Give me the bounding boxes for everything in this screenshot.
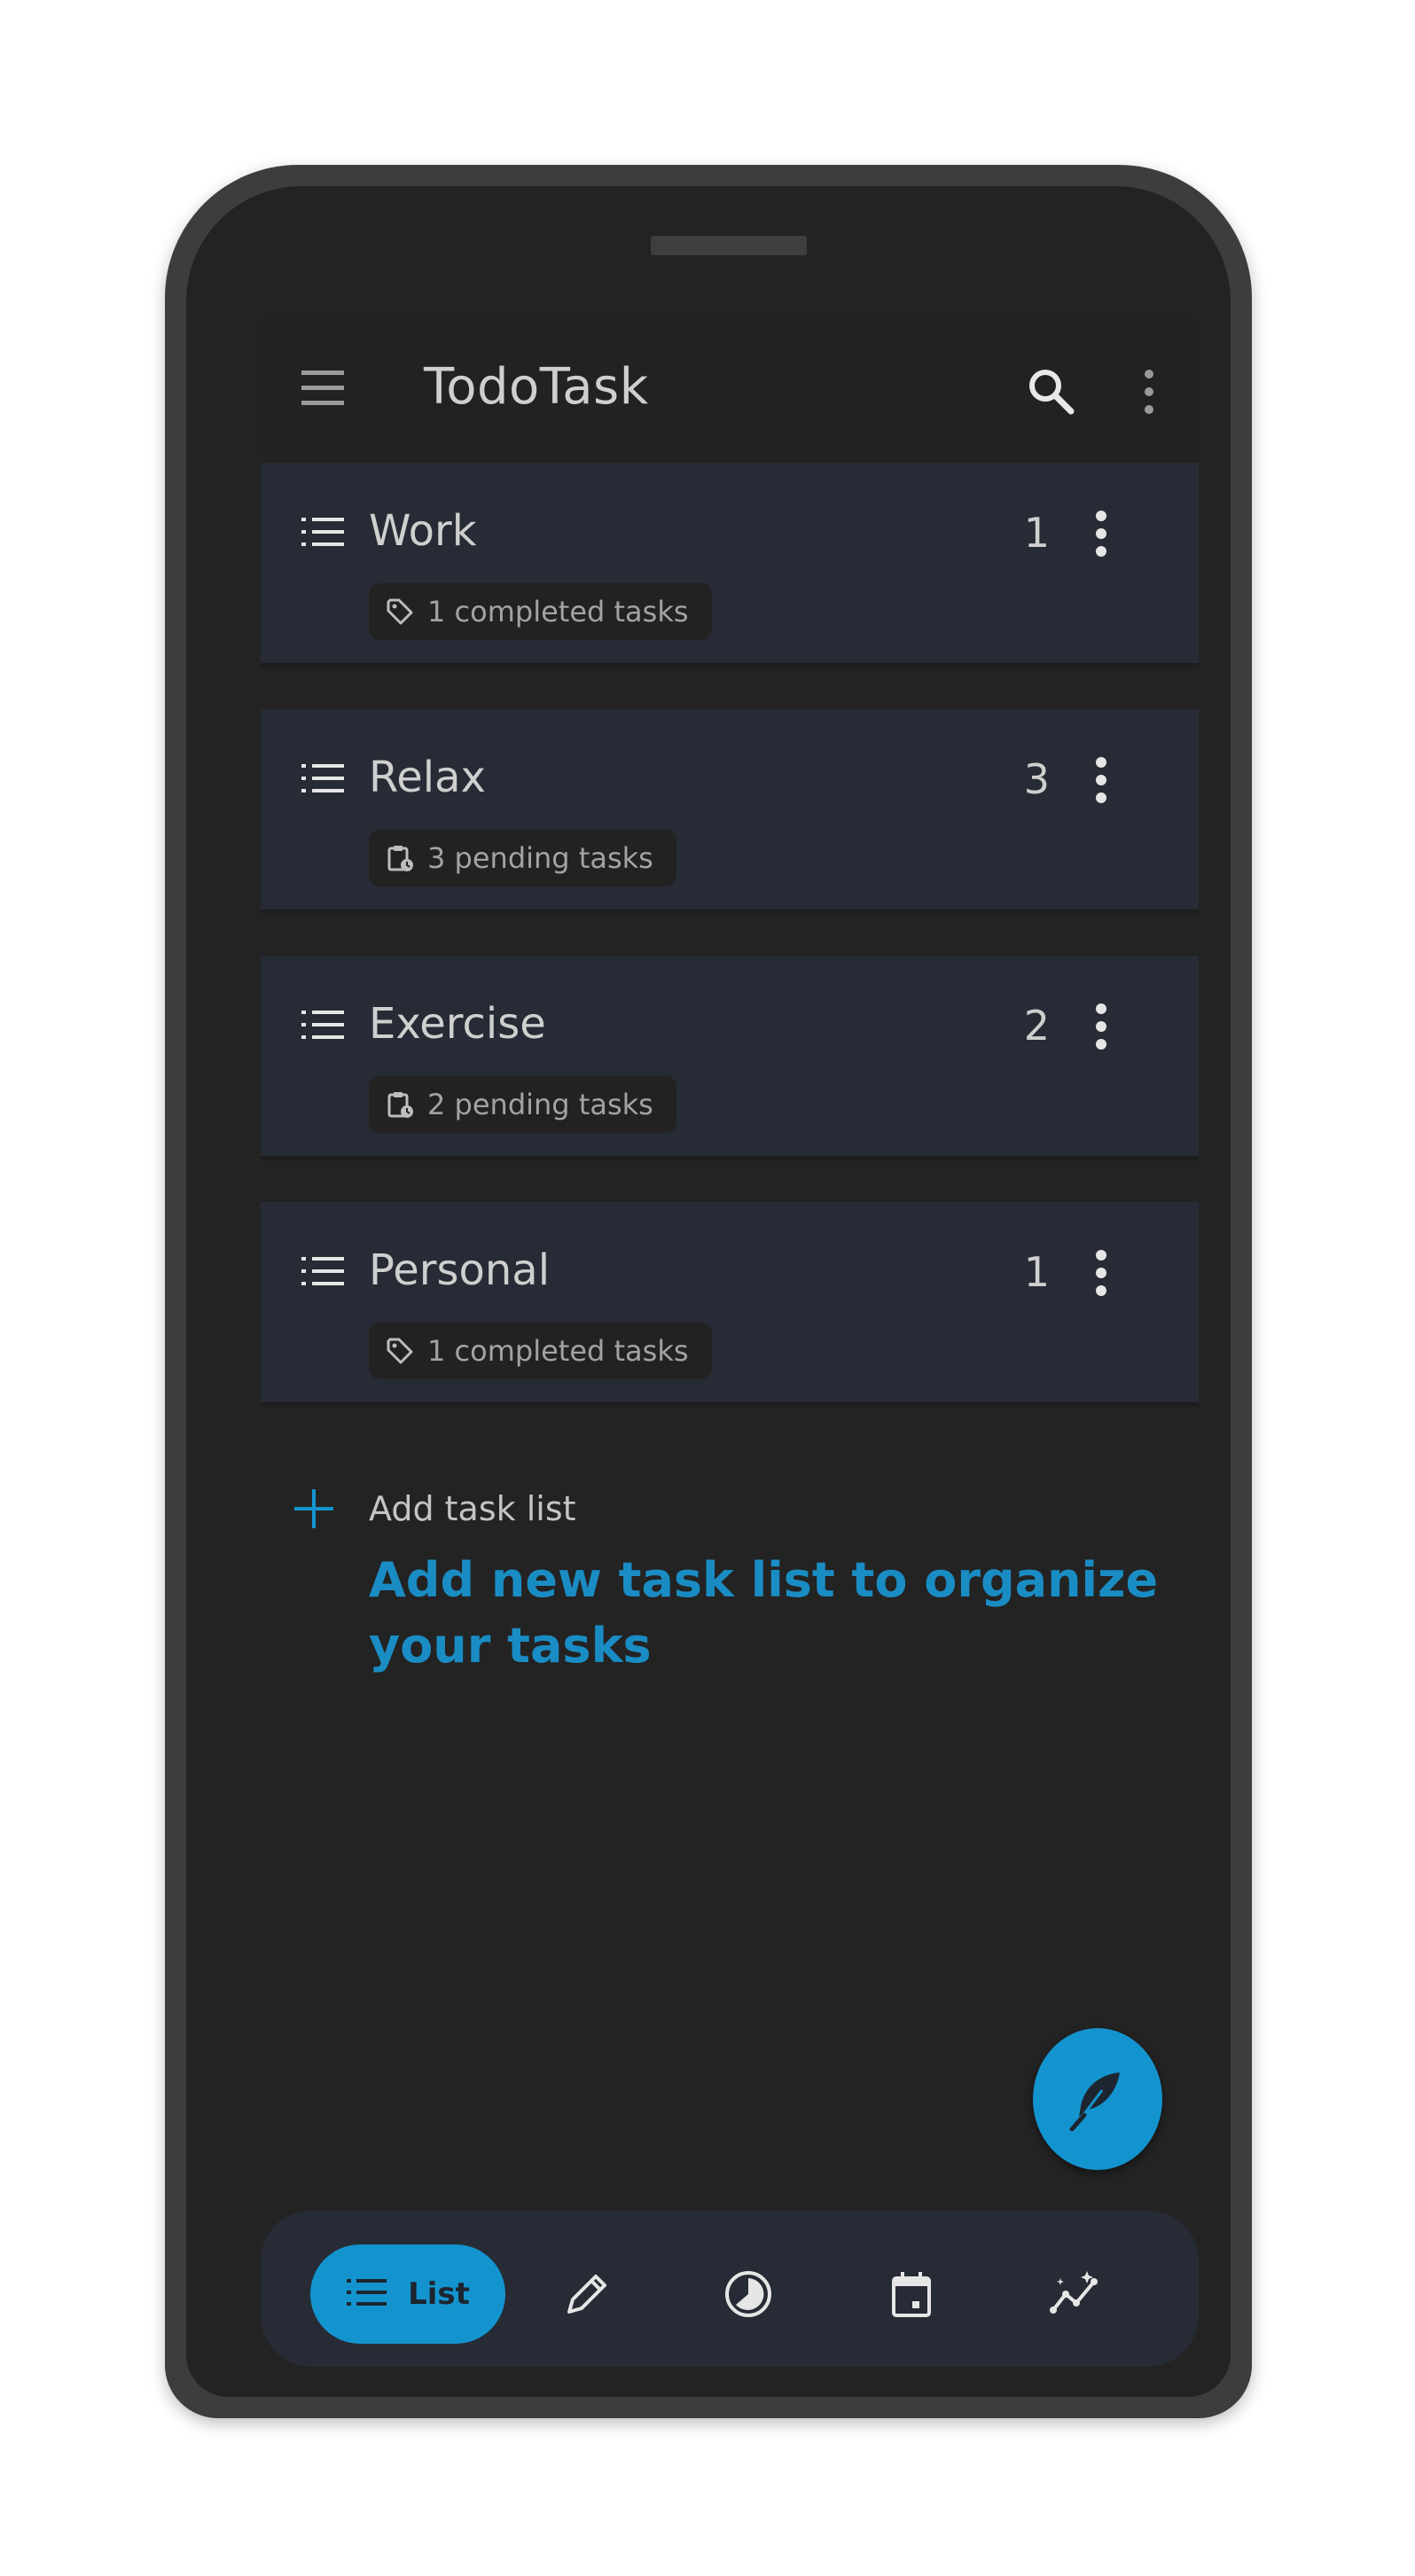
task-count: 3 [1023,755,1050,803]
overflow-menu-icon[interactable] [1138,363,1160,420]
status-chip: 1 completed tasks [369,583,712,640]
feather-icon [1069,2073,1120,2131]
tag-icon [385,1336,415,1366]
task-list-card[interactable]: Exercise 2 2 pending tasks [261,956,1199,1156]
phone-speaker [651,236,807,255]
phone-bezel: TodoTask Work 1 1 completed tasks Relax … [186,186,1231,2397]
phone-frame: TodoTask Work 1 1 completed tasks Relax … [165,165,1252,2418]
task-list-card[interactable]: Relax 3 3 pending tasks [261,709,1199,909]
nav-item-insights[interactable] [1027,2244,1126,2344]
list-icon [300,1007,346,1042]
task-list-card[interactable]: Personal 1 1 completed tasks [261,1202,1199,1402]
status-chip-label: 3 pending tasks [427,841,653,875]
list-icon [300,514,346,550]
status-chip: 2 pending tasks [369,1076,676,1133]
app-title: TodoTask [424,358,649,416]
pencil-icon [567,2275,606,2314]
card-overflow-menu-icon[interactable] [1076,507,1126,560]
pie-chart-icon [725,2271,771,2317]
add-task-list-description: Add new task list to organize your tasks [369,1552,1159,1674]
task-count: 1 [1023,509,1050,557]
status-chip: 3 pending tasks [369,830,676,886]
sparkle-chart-icon [1050,2271,1098,2314]
search-icon[interactable] [1023,363,1080,420]
status-chip: 1 completed tasks [369,1323,712,1379]
task-list-name: Exercise [369,999,546,1049]
card-overflow-menu-icon[interactable] [1076,753,1126,807]
status-chip-label: 1 completed tasks [427,1334,689,1368]
nav-item-list[interactable]: List [310,2244,505,2344]
status-chip-label: 1 completed tasks [427,595,689,628]
task-list-card[interactable]: Work 1 1 completed tasks [261,463,1199,663]
pending-clipboard-icon [385,843,415,873]
list-icon [300,1253,346,1289]
list-icon [300,761,346,796]
task-list-name: Work [369,506,477,556]
status-chip-label: 2 pending tasks [427,1088,653,1121]
new-task-fab[interactable] [1033,2028,1162,2170]
nav-item-label: List [408,2276,470,2312]
tag-icon [385,597,415,627]
add-task-list-label: Add task list [369,1489,576,1528]
card-overflow-menu-icon[interactable] [1076,1000,1126,1053]
nav-item-stats[interactable] [699,2244,798,2344]
bottom-navigation: List [261,2211,1199,2367]
task-list-name: Relax [369,753,486,802]
app-screen: TodoTask Work 1 1 completed tasks Relax … [261,314,1199,2367]
nav-item-edit[interactable] [537,2244,637,2344]
task-list-name: Personal [369,1245,551,1295]
hamburger-menu-icon[interactable] [298,365,348,411]
list-icon [346,2276,388,2312]
card-overflow-menu-icon[interactable] [1076,1246,1126,1300]
pending-clipboard-icon [385,1089,415,1120]
plus-icon [293,1487,335,1530]
task-count: 2 [1023,1002,1050,1050]
nav-item-calendar[interactable] [862,2244,961,2344]
calendar-icon [892,2272,931,2317]
task-count: 1 [1023,1248,1050,1296]
app-bar: TodoTask [261,314,1199,463]
